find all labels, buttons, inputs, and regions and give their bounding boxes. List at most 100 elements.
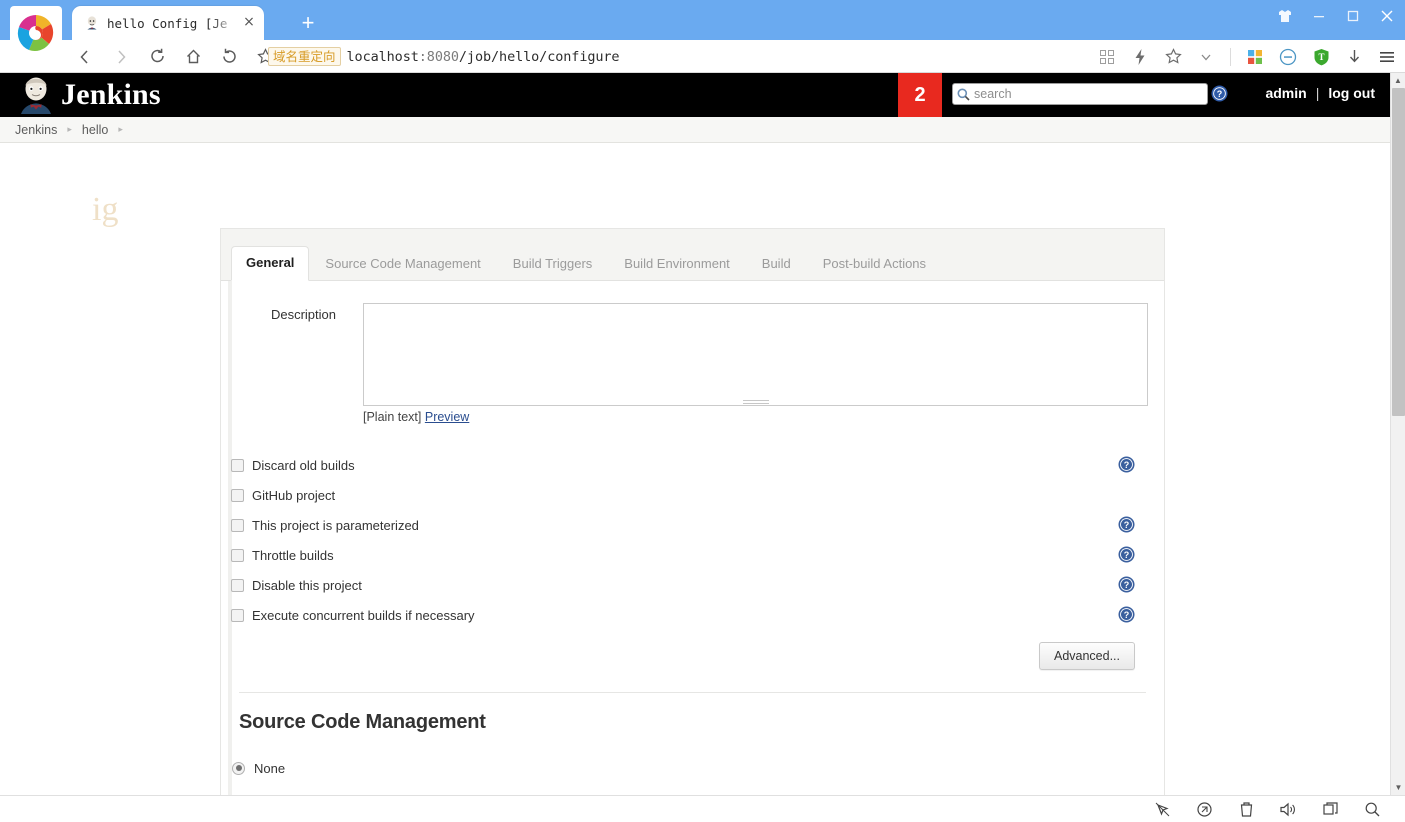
minimize-button[interactable] — [1309, 6, 1329, 26]
tab-build[interactable]: Build — [746, 256, 807, 280]
breadcrumb-item-hello[interactable]: hello — [82, 123, 108, 137]
trash-icon[interactable] — [1237, 800, 1255, 818]
chevron-right-icon: ▸ — [67, 124, 72, 134]
page-viewport: Jenkins 2 search ? admin | log out Jenki… — [0, 73, 1390, 795]
chevron-down-icon[interactable] — [1194, 45, 1218, 69]
svg-text:?: ? — [1124, 550, 1130, 560]
description-textarea[interactable] — [363, 303, 1148, 406]
jenkins-favicon-icon — [84, 15, 100, 31]
window-controls — [1275, 6, 1397, 26]
scroll-up-arrow-icon[interactable]: ▲ — [1391, 73, 1405, 88]
maximize-button[interactable] — [1343, 6, 1363, 26]
svg-text:?: ? — [1124, 520, 1130, 530]
forward-icon[interactable] — [108, 44, 134, 70]
scm-option-git[interactable]: Git — [221, 788, 1164, 795]
option-throttle-builds[interactable]: Throttle builds ? — [221, 540, 1164, 570]
toolbar-extensions: T — [1095, 40, 1399, 73]
option-label: Execute concurrent builds if necessary — [252, 607, 475, 623]
svg-text:?: ? — [1124, 460, 1130, 470]
option-label: Throttle builds — [252, 547, 334, 563]
minus-circle-icon[interactable] — [1276, 45, 1300, 69]
option-github-project[interactable]: GitHub project — [221, 480, 1164, 510]
toolbar-divider — [1230, 47, 1231, 66]
advanced-row: Advanced... — [221, 630, 1164, 670]
search-icon[interactable] — [1363, 800, 1381, 818]
adblock-shield-icon[interactable]: T — [1309, 45, 1333, 69]
jenkins-wordmark: Jenkins — [61, 78, 161, 111]
reload-icon[interactable] — [144, 44, 170, 70]
scroll-down-arrow-icon[interactable]: ▼ — [1391, 780, 1405, 795]
url-text: localhost:8080/job/hello/configure — [346, 48, 620, 65]
checkbox-discard-old-builds[interactable] — [231, 458, 244, 472]
tab-post-build-actions[interactable]: Post-build Actions — [807, 256, 942, 280]
history-icon[interactable] — [216, 44, 242, 70]
hamburger-menu-icon[interactable] — [1375, 45, 1399, 69]
question-mark-icon[interactable]: ? — [1211, 85, 1228, 102]
option-label: Discard old builds — [252, 457, 355, 473]
tab-source-code-management[interactable]: Source Code Management — [309, 256, 496, 280]
volume-icon[interactable] — [1279, 800, 1297, 818]
scrollbar-thumb[interactable] — [1392, 88, 1405, 416]
back-icon[interactable] — [72, 44, 98, 70]
checkbox-execute-concurrent-builds[interactable] — [231, 608, 244, 622]
close-window-button[interactable] — [1377, 6, 1397, 26]
radio-none[interactable] — [232, 761, 245, 775]
checkbox-this-project-is-parameterized[interactable] — [231, 518, 244, 532]
svg-text:?: ? — [1124, 610, 1130, 620]
tab-build-environment[interactable]: Build Environment — [608, 256, 746, 280]
help-icon[interactable]: ? — [1118, 456, 1135, 473]
navigation-buttons — [72, 40, 278, 73]
help-icon[interactable]: ? — [1118, 576, 1135, 593]
advanced-button[interactable]: Advanced... — [1038, 642, 1135, 670]
lightning-icon[interactable] — [1128, 45, 1152, 69]
checkbox-throttle-builds[interactable] — [231, 548, 244, 562]
browser-tab[interactable]: hello Config [Je × — [72, 6, 264, 40]
option-discard-old-builds[interactable]: Discard old builds ? — [221, 450, 1164, 480]
resize-grip-icon[interactable] — [742, 400, 769, 404]
os-taskbar — [0, 795, 1405, 822]
url-redirect-badge: 域名重定向 — [268, 47, 341, 66]
option-label: Disable this project — [252, 577, 362, 593]
option-this-project-is-parameterized[interactable]: This project is parameterized ? — [221, 510, 1164, 540]
description-preview-link[interactable]: Preview — [425, 410, 469, 424]
download-arrow-icon[interactable] — [1342, 45, 1366, 69]
jenkins-search[interactable]: search — [952, 83, 1208, 105]
microsoft-grid-icon[interactable] — [1243, 45, 1267, 69]
help-icon[interactable]: ? — [1118, 606, 1135, 623]
description-meta: [Plain text] Preview — [363, 410, 1148, 424]
browser-tab-title: hello Config [Je — [107, 15, 228, 31]
window-icon[interactable] — [1321, 800, 1339, 818]
search-input[interactable]: search — [952, 83, 1208, 105]
jenkins-logo[interactable]: Jenkins — [0, 76, 161, 114]
checkbox-github-project[interactable] — [231, 488, 244, 502]
build-queue-badge[interactable]: 2 — [898, 73, 942, 117]
description-row: Description [Plain text] Preview — [221, 281, 1164, 424]
browser-logo — [10, 6, 62, 60]
logout-link[interactable]: log out — [1328, 85, 1375, 101]
username-link[interactable]: admin — [1265, 85, 1306, 101]
star-outline-icon[interactable] — [1161, 45, 1185, 69]
search-icon — [957, 88, 970, 101]
tab-general[interactable]: General — [231, 246, 310, 281]
option-disable-this-project[interactable]: Disable this project ? — [221, 570, 1164, 600]
config-form: Description [Plain text] Preview Discard… — [221, 281, 1164, 795]
option-execute-concurrent-builds[interactable]: Execute concurrent builds if necessary ? — [221, 600, 1164, 630]
help-icon[interactable]: ? — [1118, 516, 1135, 533]
help-icon[interactable]: ? — [1118, 546, 1135, 563]
breadcrumb-item-jenkins[interactable]: Jenkins — [15, 123, 57, 137]
home-icon[interactable] — [180, 44, 206, 70]
svg-text:T: T — [1318, 52, 1324, 62]
close-icon[interactable]: × — [242, 15, 256, 30]
page-scrollbar[interactable]: ▲ ▼ — [1390, 73, 1405, 795]
svg-text:?: ? — [1124, 580, 1130, 590]
scm-option-none[interactable]: None — [221, 748, 1164, 788]
breadcrumb: Jenkins ▸ hello ▸ — [0, 117, 1390, 143]
cursor-pin-icon[interactable] — [1153, 800, 1171, 818]
screenshot-icon[interactable] — [1195, 800, 1213, 818]
address-bar[interactable]: 域名重定向 localhost:8080/job/hello/configure — [268, 43, 1125, 70]
shirt-icon[interactable] — [1275, 6, 1295, 26]
checkbox-disable-this-project[interactable] — [231, 578, 244, 592]
qr-code-icon[interactable] — [1095, 45, 1119, 69]
new-tab-button[interactable]: + — [296, 12, 320, 36]
tab-build-triggers[interactable]: Build Triggers — [497, 256, 608, 280]
